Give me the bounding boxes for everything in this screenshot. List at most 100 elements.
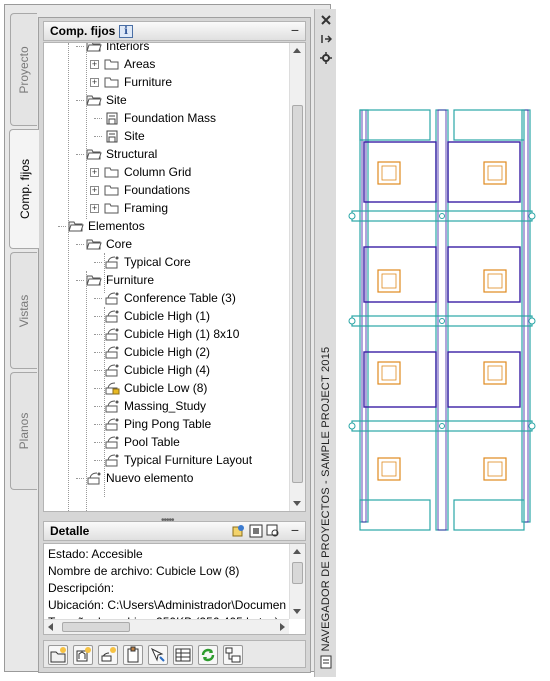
- table-button[interactable]: [173, 645, 193, 665]
- tree-item[interactable]: + Furniture: [44, 73, 305, 91]
- scroll-right-arrow-icon[interactable]: [280, 623, 285, 631]
- folder-icon: [104, 57, 120, 71]
- tree-item[interactable]: + Framing: [44, 199, 305, 217]
- tree-item[interactable]: + Column Grid: [44, 163, 305, 181]
- new-category-button[interactable]: [48, 645, 68, 665]
- tab-planos[interactable]: Planos: [10, 372, 37, 490]
- end-cap: [453, 499, 525, 531]
- zoom-detail-icon[interactable]: [266, 524, 280, 538]
- tree-item[interactable]: Cubicle High (1) 8x10: [44, 325, 305, 343]
- chair-icon: [487, 365, 503, 381]
- tree-item-label: Core: [106, 237, 133, 251]
- tree-item-label: Cubicle High (2): [124, 345, 211, 359]
- autohide-icon[interactable]: [320, 33, 332, 45]
- folder-icon: [104, 201, 120, 215]
- tree-item[interactable]: Foundation Mass: [44, 109, 305, 127]
- select-button[interactable]: [148, 645, 168, 665]
- scroll-left-arrow-icon[interactable]: [48, 623, 53, 631]
- tree-item[interactable]: Cubicle Low (8): [44, 379, 305, 397]
- tree-item[interactable]: Nuevo elemento: [44, 469, 305, 487]
- tree-item[interactable]: Core: [44, 235, 305, 253]
- tree-item[interactable]: Ping Pong Table: [44, 415, 305, 433]
- scroll-thumb[interactable]: [292, 562, 303, 584]
- expand-icon[interactable]: +: [90, 168, 99, 177]
- select-icon: [150, 647, 165, 662]
- repath-button[interactable]: [223, 645, 243, 665]
- construct-icon: [104, 363, 120, 377]
- tree-item[interactable]: Site: [44, 127, 305, 145]
- chair-icon: [487, 461, 503, 477]
- building-icon: [104, 129, 120, 143]
- collapse-button[interactable]: −: [291, 22, 299, 38]
- tree-item[interactable]: Cubicle High (4): [44, 361, 305, 379]
- drawing-area[interactable]: [340, 100, 545, 540]
- tree-item[interactable]: Furniture: [44, 271, 305, 289]
- tree-item[interactable]: Site: [44, 91, 305, 109]
- chair-icon: [487, 273, 503, 289]
- scroll-up-arrow-icon[interactable]: [293, 549, 301, 554]
- folder-icon: [104, 75, 120, 89]
- tree-item[interactable]: Elementos: [44, 217, 305, 235]
- constructs-tree[interactable]: Interiors + Areas + Furniture Site Foundation …: [43, 42, 306, 512]
- tree-item[interactable]: + Foundations: [44, 181, 305, 199]
- palette-menu-icon[interactable]: [320, 655, 332, 669]
- scroll-down-arrow-icon[interactable]: [293, 609, 301, 614]
- constructs-header: Comp. fijos i −: [43, 21, 306, 41]
- palette-title-bar[interactable]: NAVEGADOR DE PROYECTOS - SAMPLE PROJECT …: [314, 9, 336, 677]
- scroll-thumb[interactable]: [62, 622, 130, 632]
- expand-icon[interactable]: +: [90, 78, 99, 87]
- info-icon[interactable]: i: [119, 25, 133, 38]
- preview-icon[interactable]: [249, 524, 263, 538]
- tree-vertical-scrollbar[interactable]: [289, 43, 305, 511]
- end-cap: [359, 499, 431, 531]
- tree-item[interactable]: Cubicle High (2): [44, 343, 305, 361]
- tree-connector: [94, 352, 102, 353]
- detail-horizontal-scrollbar[interactable]: [44, 619, 289, 634]
- folder-open-icon: [86, 93, 102, 107]
- tree-item[interactable]: + Areas: [44, 55, 305, 73]
- paste-button[interactable]: [123, 645, 143, 665]
- table-icon: [175, 648, 191, 662]
- tree-item[interactable]: Interiors: [44, 43, 305, 55]
- expand-icon[interactable]: +: [90, 204, 99, 213]
- navigator-content: Comp. fijos i − Interiors + Areas + Furnitur…: [38, 17, 311, 673]
- properties-icon[interactable]: [320, 52, 332, 64]
- tab-vistas[interactable]: Vistas: [10, 252, 37, 369]
- new-construct-button[interactable]: [98, 645, 118, 665]
- tab-proyecto[interactable]: Proyecto: [10, 13, 37, 126]
- chair-icon: [483, 269, 507, 293]
- tree-item[interactable]: Massing_Study: [44, 397, 305, 415]
- chair-icon: [483, 161, 507, 185]
- tab-comp-fijos[interactable]: Comp. fijos: [9, 129, 39, 249]
- new-element-button[interactable]: [73, 645, 93, 665]
- tree-item-label: Typical Furniture Layout: [124, 453, 253, 467]
- paste-icon: [127, 646, 139, 663]
- tree-item[interactable]: Pool Table: [44, 433, 305, 451]
- scroll-thumb[interactable]: [292, 105, 303, 483]
- tab-label: Planos: [17, 412, 31, 450]
- detail-vertical-scrollbar[interactable]: [289, 544, 305, 619]
- scroll-up-arrow-icon[interactable]: [293, 48, 301, 53]
- chair-icon: [381, 165, 397, 181]
- close-icon[interactable]: [320, 14, 332, 26]
- status-icon[interactable]: [231, 524, 245, 538]
- tree-item[interactable]: Structural: [44, 145, 305, 163]
- tree-item[interactable]: Typical Core: [44, 253, 305, 271]
- construct-icon: [104, 327, 120, 341]
- connector-node: [348, 317, 356, 325]
- scroll-down-arrow-icon[interactable]: [293, 501, 301, 506]
- detail-status: Estado: Accesible: [48, 547, 143, 561]
- construct-icon: [104, 453, 120, 467]
- expand-icon[interactable]: +: [90, 186, 99, 195]
- refresh-button[interactable]: [198, 645, 218, 665]
- detail-panel: Estado: Accesible Nombre de archivo: Cub…: [43, 543, 306, 635]
- folder-open-icon: [86, 237, 102, 251]
- section-title: Comp. fijos: [50, 24, 116, 38]
- chair-icon: [381, 461, 397, 477]
- tree-item[interactable]: Cubicle High (1): [44, 307, 305, 325]
- expand-icon[interactable]: +: [90, 60, 99, 69]
- tree-item[interactable]: Typical Furniture Layout: [44, 451, 305, 469]
- collapse-button[interactable]: −: [291, 522, 299, 538]
- tree-connector: [94, 388, 102, 389]
- tree-item[interactable]: Conference Table (3): [44, 289, 305, 307]
